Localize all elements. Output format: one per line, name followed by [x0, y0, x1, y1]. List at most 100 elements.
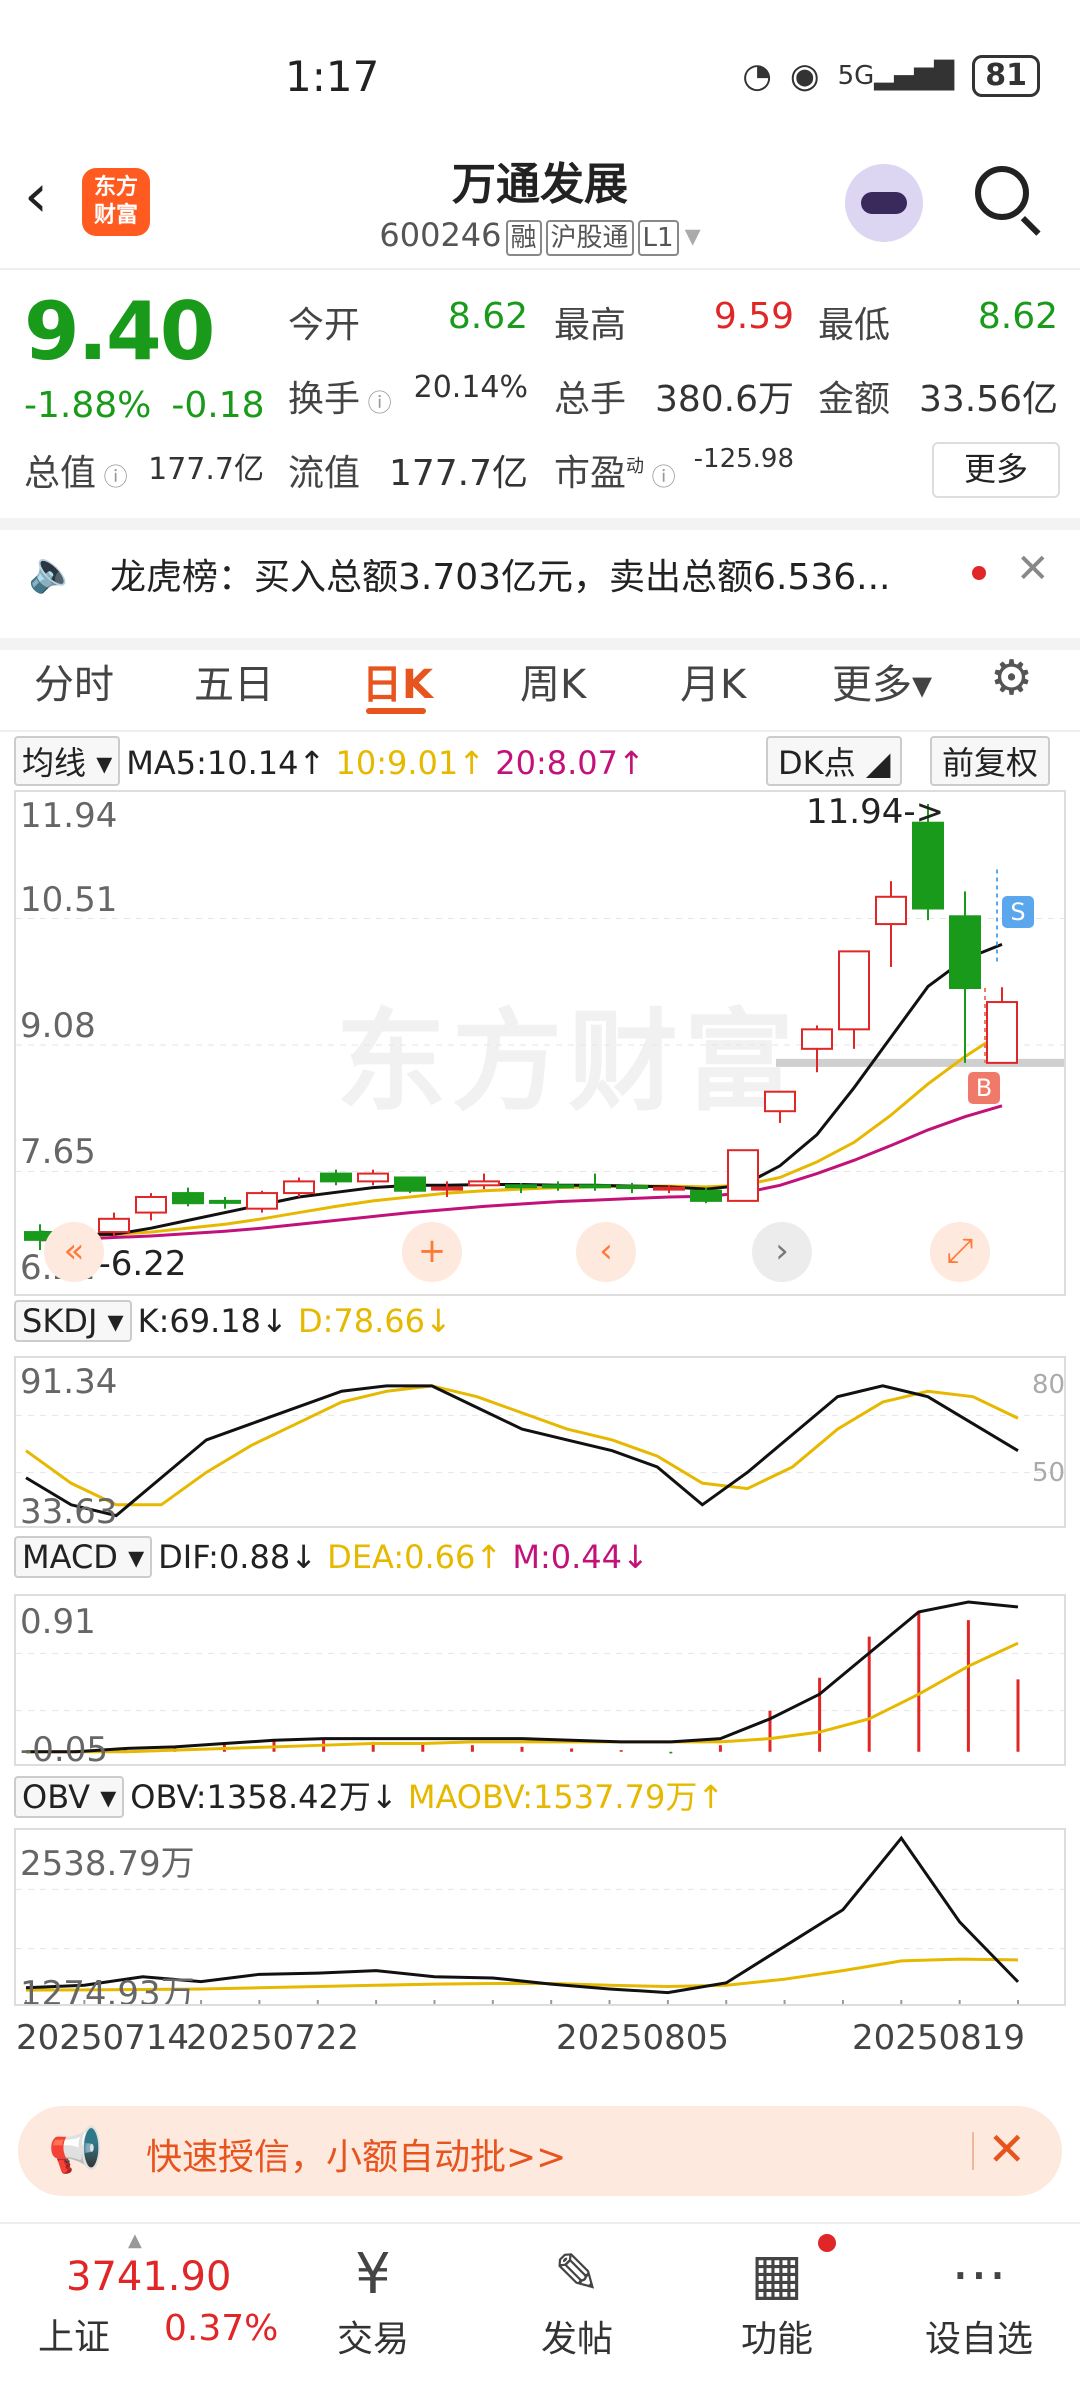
candle-body — [912, 821, 944, 910]
support-band — [776, 1058, 1064, 1067]
nav-trade[interactable]: ¥ 交易 — [308, 2240, 438, 2362]
nav-functions[interactable]: ▦ 功能 — [712, 2240, 842, 2362]
scroll-left-icon[interactable]: ‹ — [576, 1222, 636, 1282]
float-stat: 流值 177.7亿 — [288, 453, 528, 494]
close-icon[interactable]: ✕ — [987, 2122, 1026, 2176]
candle-body — [579, 1184, 611, 1189]
candle-body — [505, 1184, 537, 1189]
tab-more[interactable]: 更多▾ — [832, 652, 932, 710]
y-tick: 2538.79万 — [20, 1844, 195, 1884]
skdj-legend: SKDJ ▾ K:69.18↓ D:78.66↓ — [14, 1300, 452, 1342]
obv-chart[interactable]: 2538.79万 1274.93万 — [14, 1828, 1066, 2006]
candle-body — [320, 1172, 352, 1183]
speed-icon: ◔ — [742, 56, 772, 96]
buy-marker[interactable]: B — [968, 1072, 1000, 1104]
date-label: 20250805 — [556, 2018, 730, 2058]
macd-chart[interactable]: 0.91 -0.05 — [14, 1594, 1066, 1766]
zoom-in-icon[interactable]: + — [402, 1222, 462, 1282]
skdj-d-line — [25, 1384, 1019, 1507]
adjust-button[interactable]: 前复权 — [930, 736, 1051, 786]
megaphone-icon: 📢 — [48, 2125, 103, 2176]
indicator-selector-macd[interactable]: MACD ▾ — [14, 1536, 153, 1578]
tab-monthly-k[interactable]: 月K — [680, 652, 746, 710]
y-tick-right: 50 — [1032, 1458, 1066, 1488]
indicator-selector-ma[interactable]: 均线 ▾ — [14, 736, 121, 786]
sell-marker[interactable]: S — [1002, 896, 1034, 928]
promo-text[interactable]: 快速授信，小额自动批>> — [146, 2128, 566, 2180]
candle-body — [653, 1186, 685, 1191]
candle-body — [838, 950, 870, 1031]
last-price: 9.40 — [24, 285, 215, 378]
amount-stat: 金额 33.56亿 — [818, 379, 1058, 420]
index-name[interactable]: 上证 — [38, 2308, 110, 2360]
fullscreen-icon[interactable]: ⤢ — [930, 1222, 990, 1282]
tab-five-day[interactable]: 五日 — [194, 652, 274, 710]
high-annotation: 11.94-> — [806, 792, 945, 832]
tab-weekly-k[interactable]: 周K — [520, 652, 586, 710]
low-stat: 最低 8.62 — [818, 296, 1058, 346]
indicator-selector-obv[interactable]: OBV ▾ — [14, 1776, 125, 1818]
candle-body — [246, 1192, 278, 1210]
signal-icon: 5G▂▄▆█ — [837, 61, 955, 91]
info-icon[interactable]: ⓘ — [96, 463, 128, 491]
battery-indicator: 81 — [972, 55, 1040, 97]
dk-point-button[interactable]: DK点 ◢ — [766, 736, 903, 786]
gear-icon[interactable]: ⚙ — [990, 650, 1033, 706]
promo-banner[interactable]: 📢 快速授信，小额自动批>> ✕ — [18, 2106, 1062, 2196]
ma5-value: MA5:10.14↑ — [126, 744, 326, 782]
unread-dot — [972, 566, 986, 580]
info-icon[interactable]: ⓘ — [644, 463, 676, 491]
skdj-chart[interactable]: 91.34 33.63 80 50 — [14, 1356, 1066, 1528]
index-change[interactable]: 0.37% — [164, 2308, 278, 2349]
divider — [972, 2132, 974, 2170]
skdj-svg — [16, 1384, 1064, 1518]
info-icon[interactable]: ⓘ — [360, 389, 392, 417]
assistant-robot-icon[interactable] — [845, 164, 923, 242]
macd-dea-value: DEA:0.66↑ — [327, 1538, 503, 1576]
candle-body — [690, 1189, 722, 1202]
edit-icon: ✎ — [553, 2242, 601, 2307]
caret-up-icon: ▲ — [128, 2230, 142, 2251]
ma20-value: 20:8.07↑ — [495, 744, 645, 782]
ma10-value: 10:9.01↑ — [335, 744, 486, 782]
news-text[interactable]: 龙虎榜：买入总额3.703亿元，卖出总额6.536... — [110, 548, 890, 600]
y-tick-right: 80 — [1032, 1370, 1066, 1400]
stock-code: 600246 — [379, 216, 502, 254]
search-icon[interactable] — [975, 166, 1029, 220]
tag-margin: 融 — [505, 220, 542, 256]
status-icons: ◔ ◉ 5G▂▄▆█ 81 — [742, 55, 1040, 97]
candle-body — [209, 1199, 241, 1204]
nav-post[interactable]: ✎ 发帖 — [512, 2240, 642, 2362]
indicator-selector-skdj[interactable]: SKDJ ▾ — [14, 1300, 132, 1342]
date-label: 20250722 — [186, 2018, 360, 2058]
tag-connect: 沪股通 — [545, 220, 634, 256]
active-tab-indicator — [366, 708, 426, 714]
candle-body — [542, 1184, 574, 1189]
y-tick: 91.34 — [20, 1362, 118, 1402]
y-tick: 33.63 — [20, 1492, 118, 1528]
candle-body — [283, 1180, 315, 1195]
skdj-k-value: K:69.18↓ — [137, 1302, 288, 1340]
skdj-d-value: D:78.66↓ — [297, 1302, 452, 1340]
kline-chart[interactable]: 东方财富 11.94 10.51 9.08 7.65 6.22 11.94-> … — [14, 790, 1066, 1296]
scroll-left-fast-icon[interactable]: « — [44, 1222, 104, 1282]
pe-stat: 市盈动 ⓘ -125.98 — [554, 444, 794, 494]
candle-body — [394, 1176, 426, 1192]
scroll-right-icon[interactable]: › — [752, 1222, 812, 1282]
index-value[interactable]: 3741.90 — [66, 2254, 231, 2300]
kline-svg — [16, 804, 1064, 1250]
status-bar: 1:17 ◔ ◉ 5G▂▄▆█ 81 — [0, 0, 1080, 150]
candle-body — [172, 1192, 204, 1205]
macd-m-value: M:0.44↓ — [512, 1538, 649, 1576]
candle-body — [431, 1186, 463, 1191]
tab-daily-k[interactable]: 日K — [362, 652, 433, 710]
close-icon[interactable]: ✕ — [1016, 546, 1050, 592]
nav-watchlist[interactable]: ⋯ 设自选 — [914, 2240, 1044, 2362]
macd-svg — [16, 1600, 1064, 1754]
date-label: 20250819 — [852, 2018, 1026, 2058]
more-button[interactable]: 更多 — [932, 442, 1060, 498]
candle-body — [801, 1028, 833, 1050]
bottom-nav: ▲ 3741.90 上证 0.37% ¥ 交易 ✎ 发帖 ▦ 功能 ⋯ 设自选 — [0, 2222, 1080, 2402]
obv-value: OBV:1358.42万↓ — [130, 1778, 398, 1816]
tab-intraday[interactable]: 分时 — [34, 652, 114, 710]
